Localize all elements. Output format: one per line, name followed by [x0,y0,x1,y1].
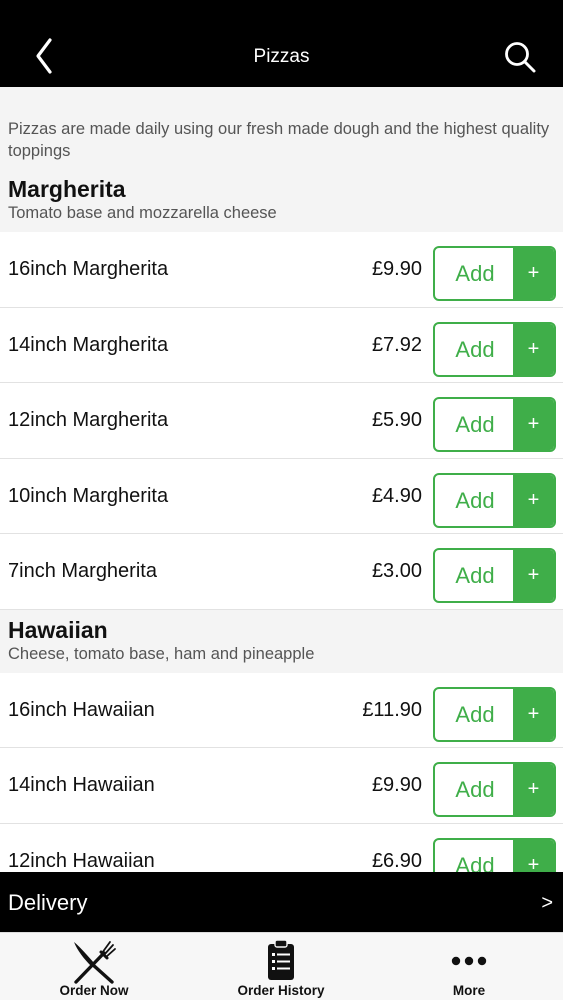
add-label: Add [455,701,495,727]
item-price: £6.90 [371,849,422,872]
item-name: 7inch Margherita [8,560,157,582]
fork-knife-icon [74,941,116,984]
tab-bar: Order Now Order History More [0,932,563,1000]
item-price: £9.90 [371,774,422,796]
delivery-label: Delivery [8,890,88,915]
category-title: Hawaiian [8,616,108,643]
category-title: Margherita [8,176,126,202]
category-header-margherita: Margherita Tomato base and mozzarella ch… [0,169,563,232]
add-label: Add [455,412,495,437]
plus-icon: + [513,839,554,872]
item-price: £11.90 [362,698,422,721]
add-button[interactable]: Add + [433,548,556,603]
item-price: £3.00 [371,560,422,582]
chevron-right-icon: > [541,892,553,914]
menu-item[interactable]: 14inch Margherita £7.92 Add + [0,307,563,383]
add-label: Add [455,563,495,588]
menu-item[interactable]: 16inch Margherita £9.90 Add + [0,232,563,308]
add-button[interactable]: Add + [433,397,556,452]
item-name: 14inch Hawaiian [8,774,155,796]
page-title: Pizzas [253,46,310,67]
item-name: 12inch Margherita [8,409,169,431]
add-button[interactable]: Add + [433,837,556,873]
menu-intro: Pizzas are made daily using our fresh ma… [8,120,550,160]
add-label: Add [455,261,495,286]
item-name: 10inch Margherita [8,484,169,507]
item-price: £4.90 [371,484,422,507]
tab-order-now[interactable]: Order Now [24,933,164,1000]
menu-item[interactable]: 14inch Hawaiian £9.90 Add + [0,748,563,824]
category-header-hawaiian: Hawaiian Cheese, tomato base, ham and pi… [0,609,563,673]
plus-icon: + [513,248,554,299]
item-price: £7.92 [371,333,422,356]
search-icon [505,42,536,73]
add-label: Add [455,336,495,362]
tab-order-history[interactable]: Order History [211,933,351,1000]
nav-bar: Pizzas [0,0,563,87]
item-name: 12inch Hawaiian [8,849,155,872]
add-button[interactable]: Add + [433,686,556,742]
delivery-bar[interactable]: Delivery > [0,872,563,932]
add-label: Add [455,852,495,873]
menu-item[interactable]: 12inch Hawaiian £6.90 Add + [0,823,563,873]
category-description: Tomato base and mozzarella cheese [8,204,277,222]
plus-icon: + [513,474,554,526]
add-button[interactable]: Add + [433,762,556,817]
item-price: £9.90 [371,258,422,280]
plus-icon: + [513,550,554,601]
add-button[interactable]: Add + [433,472,556,528]
menu-item[interactable]: 7inch Margherita £3.00 Add + [0,534,563,610]
menu-list[interactable]: Pizzas are made daily using our fresh ma… [0,87,563,872]
add-label: Add [455,487,495,513]
item-price: £5.90 [371,409,422,431]
clipboard-list-icon [268,939,294,980]
search-button[interactable] [503,40,537,74]
more-dots-icon [451,956,487,966]
menu-item[interactable]: 12inch Margherita £5.90 Add + [0,383,563,459]
add-label: Add [455,777,495,802]
plus-icon: + [513,764,554,815]
category-description: Cheese, tomato base, ham and pineapple [8,644,315,663]
menu-item[interactable]: 16inch Hawaiian £11.90 Add + [0,672,563,748]
tab-label: More [452,983,486,998]
add-button[interactable]: Add + [433,321,556,377]
item-name: 16inch Margherita [8,258,169,280]
tab-label: Order History [237,983,325,998]
tab-label: Order Now [59,983,129,998]
item-name: 14inch Margherita [8,333,169,356]
plus-icon: + [513,688,554,740]
item-name: 16inch Hawaiian [8,698,155,721]
plus-icon: + [513,323,554,375]
menu-item[interactable]: 10inch Margherita £4.90 Add + [0,458,563,534]
add-button[interactable]: Add + [433,246,556,301]
plus-icon: + [513,399,554,450]
tab-more[interactable]: More [399,933,539,1000]
